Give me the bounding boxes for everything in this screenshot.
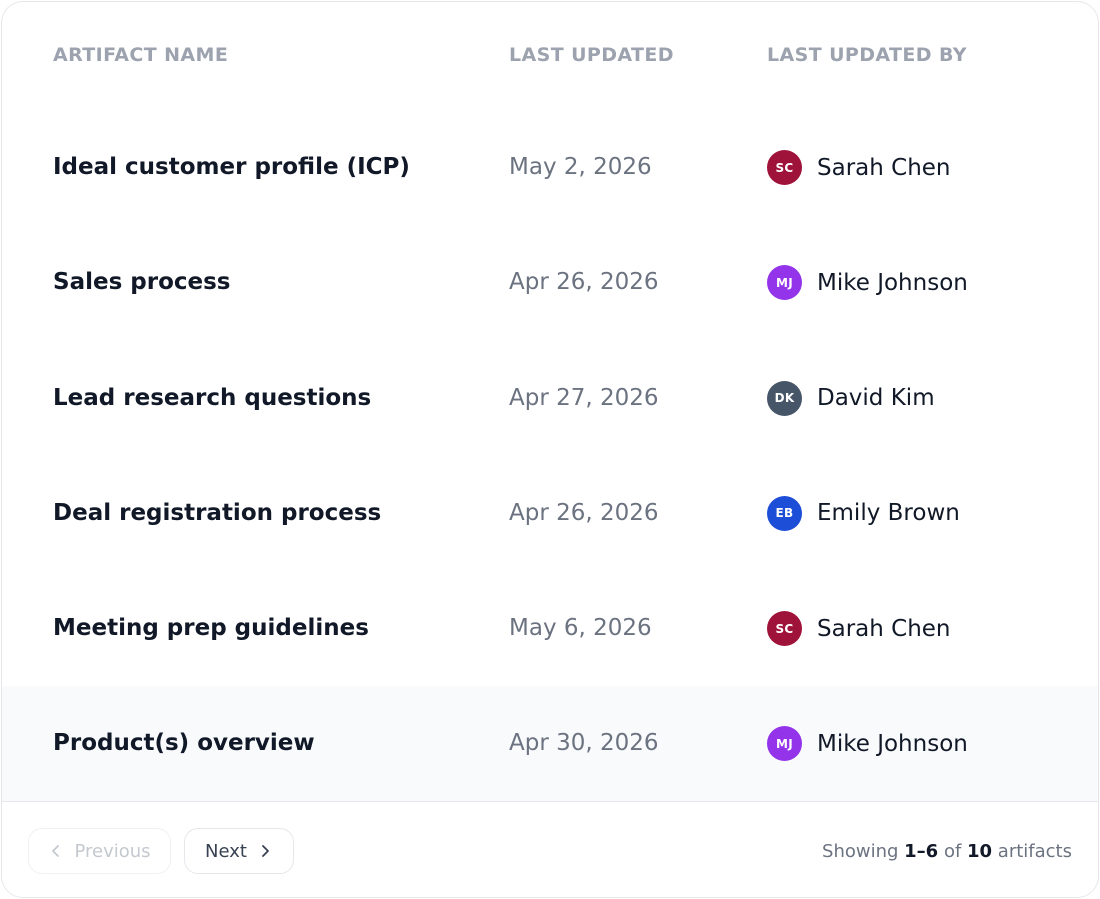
artifact-name[interactable]: Product(s) overview xyxy=(53,686,315,801)
person-name: Emily Brown xyxy=(817,500,960,527)
artifact-name[interactable]: Meeting prep guidelines xyxy=(53,571,369,686)
avatar: MJ xyxy=(767,726,802,762)
avatar: SC xyxy=(767,611,802,647)
artifacts-table-card: ARTIFACT NAME LAST UPDATED LAST UPDATED … xyxy=(1,1,1099,898)
column-header-last-updated[interactable]: LAST UPDATED xyxy=(509,44,674,66)
last-updated-by: EB Emily Brown xyxy=(767,456,960,571)
table-row[interactable]: Meeting prep guidelines May 6, 2026 SC S… xyxy=(2,571,1098,686)
showing-range: 1–6 xyxy=(904,840,939,862)
last-updated-by: SC Sarah Chen xyxy=(767,571,951,686)
table-row[interactable]: Sales process Apr 26, 2026 MJ Mike Johns… xyxy=(2,225,1098,340)
last-updated-date: Apr 26, 2026 xyxy=(509,269,659,296)
column-header-artifact-name[interactable]: ARTIFACT NAME xyxy=(53,44,228,66)
person-name: Sarah Chen xyxy=(817,154,951,181)
table-row[interactable]: Deal registration process Apr 26, 2026 E… xyxy=(2,456,1098,571)
showing-prefix: Showing xyxy=(822,840,905,862)
person-name: David Kim xyxy=(817,385,935,412)
chevron-left-icon xyxy=(52,845,60,857)
artifact-name[interactable]: Lead research questions xyxy=(53,341,371,456)
pagination-footer: Previous Next Showing 1–6 of 10 artifact… xyxy=(2,801,1098,897)
table-row[interactable]: Product(s) overview Apr 30, 2026 MJ Mike… xyxy=(2,686,1098,802)
last-updated-by: MJ Mike Johnson xyxy=(767,225,968,340)
person-name: Mike Johnson xyxy=(817,730,968,757)
last-updated-by: MJ Mike Johnson xyxy=(767,686,968,801)
artifact-name[interactable]: Sales process xyxy=(53,225,231,340)
artifact-name[interactable]: Ideal customer profile (ICP) xyxy=(53,110,410,225)
chevron-right-icon xyxy=(262,845,269,857)
last-updated-date: Apr 27, 2026 xyxy=(509,384,659,411)
person-name: Mike Johnson xyxy=(817,269,968,296)
pagination-summary: Showing 1–6 of 10 artifacts xyxy=(822,828,1072,874)
showing-of: of xyxy=(938,840,968,862)
last-updated-date: Apr 26, 2026 xyxy=(509,499,659,526)
showing-total: 10 xyxy=(967,840,993,862)
previous-label: Previous xyxy=(74,840,151,862)
artifact-name[interactable]: Deal registration process xyxy=(53,456,381,571)
previous-page-button[interactable]: Previous xyxy=(28,828,171,874)
last-updated-by: SC Sarah Chen xyxy=(767,110,951,225)
next-page-button[interactable]: Next xyxy=(184,828,294,874)
table-row[interactable]: Lead research questions Apr 27, 2026 DK … xyxy=(2,341,1098,456)
last-updated-date: May 2, 2026 xyxy=(509,154,652,180)
table-body: Ideal customer profile (ICP) May 2, 2026… xyxy=(2,110,1098,802)
last-updated-date: May 6, 2026 xyxy=(509,615,652,642)
last-updated-by: DK David Kim xyxy=(767,341,935,456)
last-updated-date: Apr 30, 2026 xyxy=(509,730,659,757)
avatar: MJ xyxy=(767,265,802,301)
table-row[interactable]: Ideal customer profile (ICP) May 2, 2026… xyxy=(2,110,1098,225)
avatar: SC xyxy=(767,150,802,185)
avatar: EB xyxy=(767,495,802,531)
showing-suffix: artifacts xyxy=(992,840,1072,862)
next-label: Next xyxy=(205,840,247,862)
table-header: ARTIFACT NAME LAST UPDATED LAST UPDATED … xyxy=(2,2,1098,110)
column-header-last-updated-by[interactable]: LAST UPDATED BY xyxy=(767,44,967,66)
person-name: Sarah Chen xyxy=(817,615,951,642)
avatar: DK xyxy=(767,380,802,416)
